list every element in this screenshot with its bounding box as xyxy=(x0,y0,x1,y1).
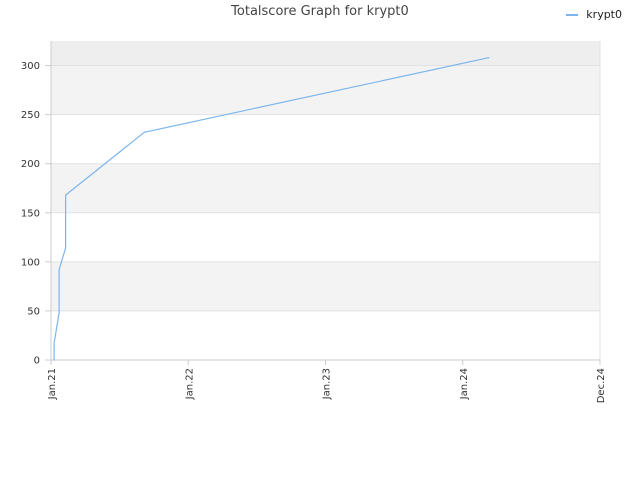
grid-band xyxy=(51,212,600,262)
grid-band xyxy=(51,261,600,311)
x-tick-label: Jan.22 xyxy=(184,368,195,400)
grid-band xyxy=(51,163,600,213)
data-point xyxy=(143,131,145,133)
y-tick-label: 100 xyxy=(21,257,40,268)
data-point xyxy=(488,57,490,59)
x-tick-label: Jan.24 xyxy=(459,368,470,400)
x-tick-label: Dec.24 xyxy=(596,368,607,403)
y-tick-label: 150 xyxy=(21,208,40,219)
y-tick-label: 0 xyxy=(34,356,40,367)
grid-band xyxy=(51,114,600,164)
y-tick-label: 300 xyxy=(21,61,40,72)
data-point xyxy=(53,359,55,361)
y-tick-label: 50 xyxy=(27,306,40,317)
data-point xyxy=(58,312,60,314)
x-tick-label: Jan.23 xyxy=(322,368,333,400)
y-tick-label: 250 xyxy=(21,110,40,121)
grid-band xyxy=(51,41,600,66)
chart-svg: 0 50 100 150 200 250 300 Jan.21 Jan.22 Jan.23 Jan.… xyxy=(21,41,607,403)
data-point xyxy=(64,247,67,249)
grid-bands xyxy=(51,41,600,360)
data-point xyxy=(53,342,55,344)
data-point xyxy=(58,269,60,271)
x-tick-label: Jan.21 xyxy=(47,368,58,400)
grid-band xyxy=(51,65,600,115)
grid-band xyxy=(51,310,600,360)
data-point xyxy=(64,194,67,196)
y-tick-label: 200 xyxy=(21,159,40,170)
